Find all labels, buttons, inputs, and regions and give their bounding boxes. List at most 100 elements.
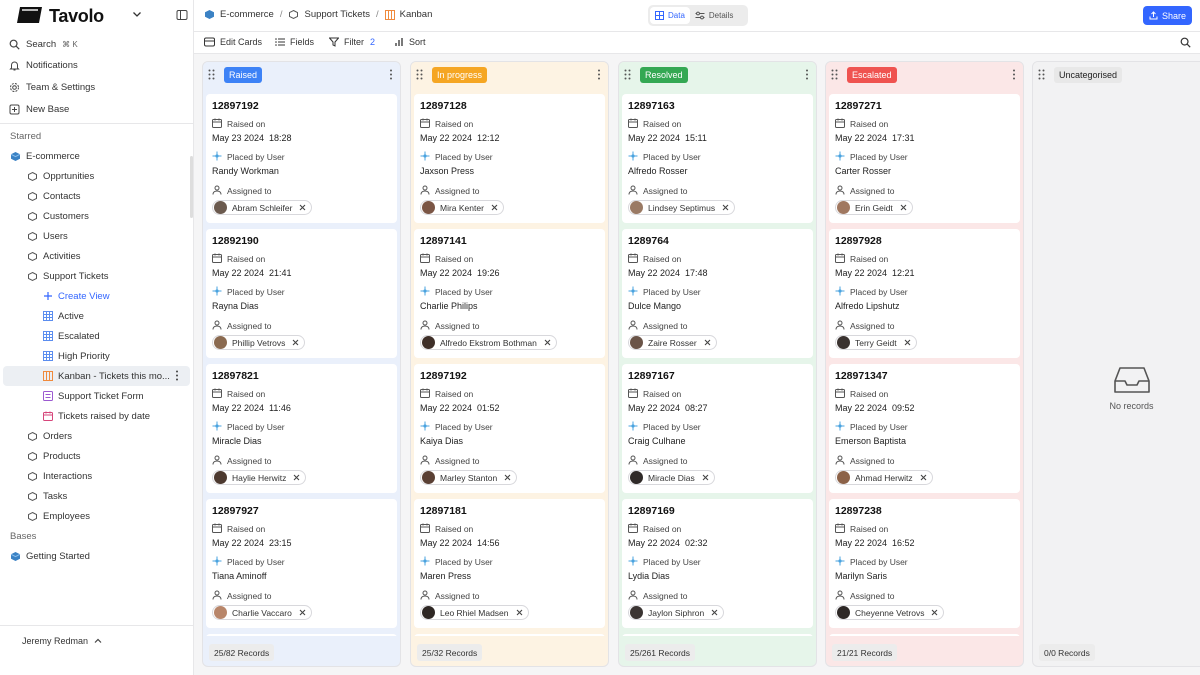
sidebar-view-item[interactable]: Escalated bbox=[42, 326, 100, 346]
remove-icon[interactable] bbox=[292, 339, 299, 346]
base-getting-started[interactable]: Getting Started bbox=[10, 546, 90, 566]
sidebar-view-item[interactable]: Tickets raised by date bbox=[42, 406, 150, 426]
more-vertical-icon[interactable] bbox=[597, 69, 601, 83]
assignee-chip[interactable]: Haylie Herwitz bbox=[212, 470, 307, 485]
more-vertical-icon[interactable] bbox=[389, 69, 393, 83]
drag-handle-icon[interactable] bbox=[208, 69, 215, 83]
ticket-card[interactable]: 12897271 Raised on May 22 2024 17:31 Placed … bbox=[829, 94, 1020, 223]
assignee-chip[interactable]: Zaire Rosser bbox=[628, 335, 717, 350]
sidebar-toggle-icon[interactable] bbox=[176, 9, 188, 24]
sidebar-table-item[interactable]: Users bbox=[27, 226, 68, 246]
user-menu[interactable]: Jeremy Redman bbox=[22, 636, 102, 646]
ticket-card[interactable]: 12897192 Raised on May 23 2024 18:28 Placed … bbox=[206, 94, 397, 223]
sidebar-team-settings[interactable]: Team & Settings bbox=[8, 77, 95, 97]
ticket-card[interactable]: 12892190 Raised on May 22 2024 21:41 Placed … bbox=[206, 229, 397, 358]
ticket-card[interactable]: 12897927 Raised on May 22 2024 23:15 Placed … bbox=[206, 499, 397, 628]
sort-button[interactable]: Sort bbox=[394, 37, 426, 47]
ticket-card[interactable]: 12897167 Raised on May 22 2024 08:27 Placed … bbox=[622, 364, 813, 493]
ticket-card[interactable]: 128971347 Raised on May 22 2024 09:52 Placed… bbox=[829, 364, 1020, 493]
breadcrumb-base[interactable]: E-commerce bbox=[220, 9, 274, 20]
remove-icon[interactable] bbox=[904, 339, 911, 346]
tab-details[interactable]: Details bbox=[690, 7, 738, 24]
sidebar-search[interactable]: Search ⌘ K bbox=[8, 34, 78, 54]
sidebar-table-item[interactable]: Orders bbox=[27, 426, 72, 446]
sidebar-table-item[interactable]: Employees bbox=[27, 506, 90, 526]
sidebar-notifications[interactable]: Notifications bbox=[8, 55, 78, 75]
sidebar-view-item[interactable]: Active bbox=[42, 306, 84, 326]
assignee-name: Abram Schleifer bbox=[232, 202, 293, 213]
remove-icon[interactable] bbox=[299, 609, 306, 616]
remove-icon[interactable] bbox=[704, 339, 711, 346]
ticket-card[interactable]: 12897141 Raised on May 22 2024 19:26 Placed … bbox=[414, 229, 605, 358]
remove-icon[interactable] bbox=[293, 474, 300, 481]
share-button[interactable]: Share bbox=[1143, 6, 1192, 25]
assignee-chip[interactable]: Charlie Vaccaro bbox=[212, 605, 312, 620]
edit-cards-button[interactable]: Edit Cards bbox=[204, 37, 262, 47]
assignee-chip[interactable]: Alfredo Ekstrom Bothman bbox=[420, 335, 557, 350]
sidebar-table-item[interactable]: Activities bbox=[27, 246, 80, 266]
remove-icon[interactable] bbox=[299, 204, 306, 211]
sidebar-view-kanban-active[interactable]: Kanban - Tickets this mo... bbox=[3, 366, 190, 386]
sidebar-table-item[interactable]: Products bbox=[27, 446, 81, 466]
ticket-card[interactable]: 12897192 Raised on May 22 2024 01:52 Placed … bbox=[414, 364, 605, 493]
sidebar-scrollbar[interactable] bbox=[190, 156, 193, 218]
fields-button[interactable]: Fields bbox=[275, 37, 314, 47]
remove-icon[interactable] bbox=[702, 474, 709, 481]
ticket-card[interactable]: 1289764 Raised on May 22 2024 17:48 Placed b… bbox=[622, 229, 813, 358]
assignee-chip[interactable]: Mira Kenter bbox=[420, 200, 504, 215]
assignee-chip[interactable]: Ahmad Herwitz bbox=[835, 470, 933, 485]
more-vertical-icon[interactable] bbox=[1012, 69, 1016, 83]
remove-icon[interactable] bbox=[516, 609, 523, 616]
sidebar-view-item[interactable]: High Priority bbox=[42, 346, 110, 366]
remove-icon[interactable] bbox=[931, 609, 938, 616]
drag-handle-icon[interactable] bbox=[624, 69, 631, 83]
sidebar-table-item[interactable]: Opprtunities bbox=[27, 166, 94, 186]
ticket-card[interactable]: 12897821 Raised on May 22 2024 11:46 Placed … bbox=[206, 364, 397, 493]
assignee-chip[interactable]: Erin Geidt bbox=[835, 200, 913, 215]
assignee-chip[interactable]: Leo Rhiel Madsen bbox=[420, 605, 529, 620]
filter-button[interactable]: Filter 2 bbox=[329, 37, 375, 47]
ticket-card[interactable]: 12897238 Raised on May 22 2024 16:52 Placed … bbox=[829, 499, 1020, 628]
remove-icon[interactable] bbox=[722, 204, 729, 211]
remove-icon[interactable] bbox=[900, 204, 907, 211]
assignee-chip[interactable]: Marley Stanton bbox=[420, 470, 518, 485]
create-view-button[interactable]: Create View bbox=[42, 286, 110, 306]
base-ecommerce[interactable]: E-commerce bbox=[10, 146, 80, 166]
brand[interactable]: Tavolo bbox=[16, 6, 104, 26]
assignee-chip[interactable]: Abram Schleifer bbox=[212, 200, 313, 215]
remove-icon[interactable] bbox=[711, 609, 718, 616]
sidebar-table-item[interactable]: Tasks bbox=[27, 486, 67, 506]
sidebar-table-item[interactable]: Customers bbox=[27, 206, 89, 226]
sidebar-table-support-tickets[interactable]: Support Tickets bbox=[27, 266, 108, 286]
sidebar-table-item[interactable]: Contacts bbox=[27, 186, 81, 206]
assignee-chip[interactable]: Cheyenne Vetrovs bbox=[835, 605, 945, 620]
more-vertical-icon[interactable] bbox=[805, 69, 809, 83]
remove-icon[interactable] bbox=[504, 474, 511, 481]
assignee-chip[interactable]: Lindsey Septimus bbox=[628, 200, 736, 215]
notifications-label: Notifications bbox=[26, 59, 78, 71]
breadcrumb-view[interactable]: Kanban bbox=[400, 9, 433, 20]
remove-icon[interactable] bbox=[491, 204, 498, 211]
ticket-card[interactable]: 12897163 Raised on May 22 2024 15:11 Placed … bbox=[622, 94, 813, 223]
ticket-card[interactable]: 12897181 Raised on May 22 2024 14:56 Placed … bbox=[414, 499, 605, 628]
drag-handle-icon[interactable] bbox=[831, 69, 838, 83]
ticket-card[interactable]: 12897169 Raised on May 22 2024 02:32 Placed … bbox=[622, 499, 813, 628]
drag-handle-icon[interactable] bbox=[1038, 69, 1045, 83]
ticket-card[interactable]: 12897128 Raised on May 22 2024 12:12 Placed … bbox=[414, 94, 605, 223]
more-vertical-icon[interactable] bbox=[175, 370, 179, 384]
assignee-chip[interactable]: Jaylon Siphron bbox=[628, 605, 725, 620]
search-icon[interactable] bbox=[1180, 37, 1191, 51]
sidebar-new-base[interactable]: New Base bbox=[8, 99, 69, 119]
breadcrumb-table[interactable]: Support Tickets bbox=[304, 9, 369, 20]
drag-handle-icon[interactable] bbox=[416, 69, 423, 83]
remove-icon[interactable] bbox=[920, 474, 927, 481]
ticket-card[interactable]: 12897928 Raised on May 22 2024 12:21 Placed … bbox=[829, 229, 1020, 358]
remove-icon[interactable] bbox=[544, 339, 551, 346]
tab-data[interactable]: Data bbox=[650, 7, 690, 24]
assignee-chip[interactable]: Miracle Dias bbox=[628, 470, 715, 485]
sidebar-table-item[interactable]: Interactions bbox=[27, 466, 92, 486]
assignee-chip[interactable]: Terry Geidt bbox=[835, 335, 917, 350]
sidebar-view-item[interactable]: Support Ticket Form bbox=[42, 386, 144, 406]
assignee-chip[interactable]: Phillip Vetrovs bbox=[212, 335, 306, 350]
chevron-down-icon[interactable] bbox=[132, 9, 142, 22]
